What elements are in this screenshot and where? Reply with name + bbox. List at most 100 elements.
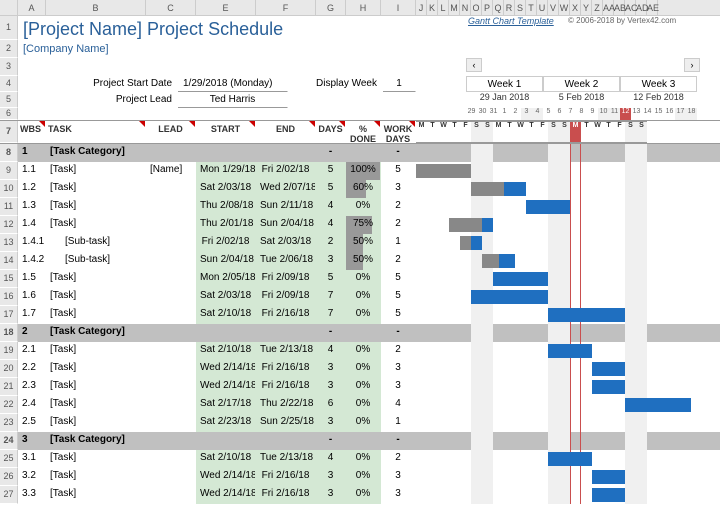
cell[interactable]: Sun 2/04/18 bbox=[196, 252, 256, 270]
cell[interactable]: 3 bbox=[381, 468, 416, 486]
cell[interactable] bbox=[196, 324, 256, 342]
column-letter[interactable]: E bbox=[196, 0, 256, 15]
cell[interactable]: 4 bbox=[316, 216, 346, 234]
cell[interactable]: 4 bbox=[316, 198, 346, 216]
cell[interactable]: 1.4.1 bbox=[18, 234, 46, 252]
cell[interactable] bbox=[146, 378, 196, 396]
column-letter[interactable]: AE bbox=[647, 0, 658, 15]
cell[interactable]: 6 bbox=[316, 396, 346, 414]
table-row[interactable]: 161.6[Task]Sat 2/03/18Fri 2/09/1870%5 bbox=[0, 288, 720, 306]
cell[interactable] bbox=[146, 450, 196, 468]
cell[interactable]: 1 bbox=[381, 234, 416, 252]
cell[interactable]: 5 bbox=[316, 180, 346, 198]
cell[interactable]: 3.3 bbox=[18, 486, 46, 504]
pct-cell[interactable]: 0% bbox=[346, 396, 381, 414]
column-letter[interactable]: AC bbox=[625, 0, 636, 15]
cell[interactable]: Fri 2/02/18 bbox=[256, 162, 316, 180]
cell[interactable]: 3 bbox=[316, 468, 346, 486]
pct-cell[interactable]: 0% bbox=[346, 306, 381, 324]
cell[interactable]: Tue 2/13/18 bbox=[256, 450, 316, 468]
table-row[interactable]: 232.5[Task]Sat 2/23/18Sun 2/25/1830%1 bbox=[0, 414, 720, 432]
cell[interactable] bbox=[146, 252, 196, 270]
cell[interactable]: 5 bbox=[316, 162, 346, 180]
column-letter[interactable]: A bbox=[18, 0, 46, 15]
cell[interactable]: 2.1 bbox=[18, 342, 46, 360]
column-letter[interactable]: Q bbox=[493, 0, 504, 15]
cell[interactable] bbox=[146, 360, 196, 378]
cell[interactable]: Fri 2/16/18 bbox=[256, 378, 316, 396]
cell[interactable]: [Sub-task] bbox=[46, 234, 146, 252]
project-lead-value[interactable]: Ted Harris bbox=[178, 92, 288, 108]
table-row[interactable]: 222.4[Task]Sat 2/17/18Thu 2/22/1860%4 bbox=[0, 396, 720, 414]
cell[interactable]: Fri 2/16/18 bbox=[256, 486, 316, 504]
cell[interactable]: [Task] bbox=[46, 414, 146, 432]
cell[interactable]: [Task Category] bbox=[46, 144, 146, 162]
cell[interactable]: 4 bbox=[381, 396, 416, 414]
cell[interactable] bbox=[146, 144, 196, 162]
cell[interactable]: 5 bbox=[381, 162, 416, 180]
cell[interactable] bbox=[146, 342, 196, 360]
cell[interactable] bbox=[146, 324, 196, 342]
pct-cell[interactable]: 0% bbox=[346, 468, 381, 486]
cell[interactable]: 3 bbox=[316, 360, 346, 378]
cell[interactable]: [Task] bbox=[46, 216, 146, 234]
column-letter[interactable]: G bbox=[316, 0, 346, 15]
pct-cell[interactable]: 0% bbox=[346, 414, 381, 432]
cell[interactable]: 1 bbox=[381, 414, 416, 432]
cell[interactable]: Sat 2/23/18 bbox=[196, 414, 256, 432]
cell[interactable]: Thu 2/01/18 bbox=[196, 216, 256, 234]
header-days[interactable]: DAYS bbox=[316, 121, 346, 143]
cell[interactable]: [Task] bbox=[46, 270, 146, 288]
column-letter[interactable]: L bbox=[438, 0, 449, 15]
column-letter[interactable]: J bbox=[416, 0, 427, 15]
header-end[interactable]: END bbox=[256, 121, 316, 143]
cell[interactable]: 2.2 bbox=[18, 360, 46, 378]
cell[interactable]: - bbox=[381, 432, 416, 450]
cell[interactable]: 3 bbox=[381, 486, 416, 504]
template-link[interactable]: Gantt Chart Template bbox=[468, 16, 568, 40]
cell[interactable]: Wed 2/14/18 bbox=[196, 360, 256, 378]
cell[interactable]: 2.3 bbox=[18, 378, 46, 396]
column-letter[interactable]: W bbox=[559, 0, 570, 15]
table-row[interactable]: 192.1[Task]Sat 2/10/18Tue 2/13/1840%2 bbox=[0, 342, 720, 360]
column-letter[interactable]: B bbox=[46, 0, 146, 15]
column-letter[interactable]: R bbox=[504, 0, 515, 15]
cell[interactable]: Sat 2/03/18 bbox=[196, 180, 256, 198]
column-letter[interactable]: F bbox=[256, 0, 316, 15]
cell[interactable]: 5 bbox=[381, 270, 416, 288]
cell[interactable]: Fri 2/09/18 bbox=[256, 288, 316, 306]
table-row[interactable]: 101.2[Task]Sat 2/03/18Wed 2/07/18560%3 bbox=[0, 180, 720, 198]
cell[interactable]: 2.5 bbox=[18, 414, 46, 432]
cell[interactable]: 1.5 bbox=[18, 270, 46, 288]
header-workdays[interactable]: WORK DAYS bbox=[381, 121, 416, 143]
week-prev-button[interactable]: ‹ bbox=[466, 58, 482, 72]
pct-cell[interactable]: 50% bbox=[346, 234, 381, 252]
cell[interactable]: Wed 2/14/18 bbox=[196, 486, 256, 504]
cell[interactable]: [Task] bbox=[46, 468, 146, 486]
cell[interactable]: Thu 2/08/18 bbox=[196, 198, 256, 216]
cell[interactable]: Fri 2/16/18 bbox=[256, 468, 316, 486]
cell[interactable]: Sat 2/10/18 bbox=[196, 306, 256, 324]
cell[interactable] bbox=[146, 198, 196, 216]
cell[interactable] bbox=[146, 468, 196, 486]
pct-cell[interactable]: 0% bbox=[346, 360, 381, 378]
cell[interactable] bbox=[146, 486, 196, 504]
cell[interactable]: 2.4 bbox=[18, 396, 46, 414]
pct-cell[interactable]: 0% bbox=[346, 288, 381, 306]
pct-cell[interactable]: 50% bbox=[346, 252, 381, 270]
column-letter[interactable]: Y bbox=[581, 0, 592, 15]
cell[interactable] bbox=[146, 432, 196, 450]
cell[interactable] bbox=[346, 432, 381, 450]
cell[interactable]: [Task] bbox=[46, 162, 146, 180]
company-name[interactable]: [Company Name] bbox=[18, 40, 398, 58]
start-date-value[interactable]: 1/29/2018 (Monday) bbox=[178, 76, 288, 92]
column-letter[interactable]: V bbox=[548, 0, 559, 15]
table-row[interactable]: 182[Task Category]-- bbox=[0, 324, 720, 342]
column-letter[interactable]: P bbox=[482, 0, 493, 15]
cell[interactable]: [Task] bbox=[46, 486, 146, 504]
cell[interactable]: [Sub-task] bbox=[46, 252, 146, 270]
cell[interactable]: Fri 2/02/18 bbox=[196, 234, 256, 252]
cell[interactable]: 3 bbox=[381, 360, 416, 378]
display-week-value[interactable]: 1 bbox=[383, 76, 416, 92]
cell[interactable] bbox=[256, 144, 316, 162]
